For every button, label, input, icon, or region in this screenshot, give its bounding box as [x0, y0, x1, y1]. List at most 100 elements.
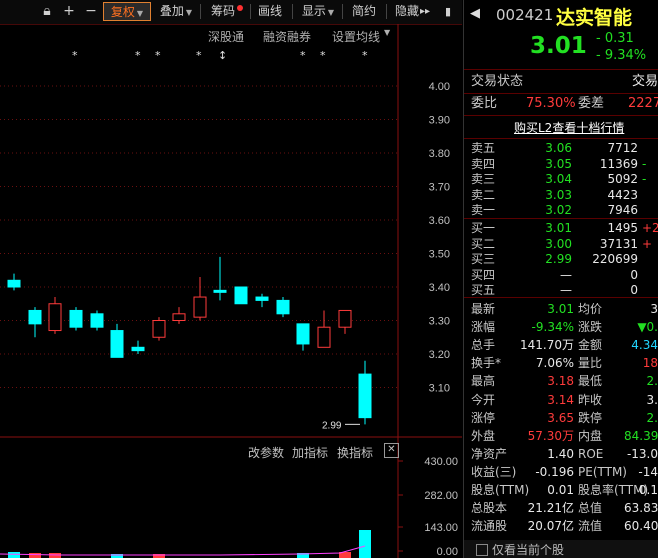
- stats-row: 涨停 3.65 跌停 2.: [464, 409, 658, 427]
- candle-body: [152, 320, 166, 338]
- divider: [250, 4, 251, 19]
- stats-row: 股息(TTM) 0.01 股息率(TTM) 0.1: [464, 481, 658, 499]
- arrow-marker-icon[interactable]: ↕: [218, 49, 227, 62]
- level-label: 买五: [471, 283, 496, 298]
- divider: [200, 4, 201, 19]
- close-icon[interactable]: ✕: [384, 443, 399, 458]
- stat-value: 4.34: [631, 338, 658, 353]
- level-volume: 37131: [599, 236, 638, 251]
- level-volume: 0: [630, 267, 638, 282]
- divider: [342, 4, 343, 19]
- rongzi-link[interactable]: 融资融券: [263, 28, 311, 45]
- set-ma-link[interactable]: 设置均线: [332, 28, 380, 45]
- level-price: 3.04: [545, 172, 572, 187]
- candle-body: [131, 346, 145, 352]
- divider: [464, 69, 658, 70]
- stats-row: 涨幅 -9.34% 涨跌 ▼0.: [464, 318, 658, 336]
- volume-tick-label: 430.00: [424, 456, 458, 468]
- chevron-down-icon[interactable]: ▼: [384, 28, 390, 37]
- zoom-in-button[interactable]: +: [60, 2, 78, 21]
- low-marker-label: 2.99: [322, 420, 342, 431]
- candle-body: [193, 296, 207, 318]
- level-price: 3.05: [545, 156, 572, 171]
- lock-icon[interactable]: 🔒︎: [38, 2, 56, 21]
- stat-label: 流通股: [471, 519, 508, 534]
- only-current-checkbox[interactable]: [476, 544, 488, 556]
- order-book-row: 买三 2.99 220699: [464, 252, 658, 267]
- event-marker-icon[interactable]: *: [135, 49, 141, 62]
- chevron-down-icon: ▼: [327, 8, 335, 17]
- fast-forward-icon[interactable]: ▸▸: [418, 2, 432, 21]
- stat-value: 3.01: [547, 302, 574, 316]
- stock-name: 达实智能: [556, 7, 633, 29]
- jianyue-button[interactable]: 简约: [350, 2, 378, 21]
- y-tick-label: 3.50: [429, 249, 450, 261]
- zoom-out-button[interactable]: −: [82, 2, 100, 21]
- volume-tick-label: 143.00: [424, 522, 458, 534]
- order-book-row: 卖二 3.03 4423: [464, 188, 658, 203]
- jianyue-label: 简约: [351, 4, 376, 18]
- stat-value: 57.30万: [527, 428, 574, 443]
- stat-value: 18: [642, 356, 658, 371]
- level-volume: 7712: [607, 141, 638, 155]
- event-marker-icon[interactable]: *: [155, 49, 161, 62]
- stat-label: 涨停: [471, 410, 496, 425]
- fuquan-button[interactable]: 复权 ▼: [103, 2, 151, 21]
- stat-value: ▼0.: [637, 320, 658, 335]
- diejia-label: 叠加: [159, 4, 184, 18]
- huaxian-label: 画线: [257, 4, 282, 18]
- level-change: -: [642, 172, 647, 187]
- weibi-label: 委比: [471, 96, 498, 111]
- status-label: 交易状态: [471, 74, 524, 89]
- kline-svg: 4.00 3.90 3.80 3.70 3.60 3.50 3.40 3.30 3.20 3.10…: [0, 24, 462, 558]
- only-current-label: 仅看当前个股: [492, 543, 565, 557]
- candle-body: [338, 309, 352, 328]
- shengutong-link[interactable]: 深股通: [208, 28, 244, 45]
- price-change-pct: - 9.34%: [596, 48, 647, 63]
- level-price: —: [560, 267, 572, 282]
- event-marker-icon[interactable]: *: [320, 49, 326, 62]
- weicha-label: 委差: [578, 96, 605, 111]
- event-marker-icon[interactable]: *: [196, 49, 202, 62]
- stat-value: 3.65: [547, 410, 574, 425]
- level-price: 3.06: [545, 141, 572, 155]
- candle-body: [213, 289, 227, 293]
- order-book-row: 买二 3.00 37131 +: [464, 237, 658, 252]
- candle-body: [28, 309, 42, 325]
- event-marker-icon[interactable]: *: [300, 49, 306, 62]
- stat-value: 2.: [646, 374, 658, 389]
- huaxian-button[interactable]: 画线: [255, 2, 285, 21]
- notification-dot-icon: [237, 5, 243, 11]
- level-volume: 11369: [599, 156, 638, 171]
- stat-label: 净资产: [471, 446, 508, 461]
- chouma-button[interactable]: 筹码: [206, 2, 248, 21]
- candle-body: [90, 313, 104, 328]
- divider: [292, 4, 293, 19]
- diejia-button[interactable]: 叠加 ▼: [156, 2, 196, 21]
- weibi-value: 75.30%: [526, 96, 576, 111]
- candle-body: [358, 373, 372, 419]
- level-volume: 4423: [607, 187, 638, 202]
- level-label: 买三: [471, 252, 496, 267]
- y-tick-label: 4.00: [429, 81, 450, 93]
- stat-label: 均价: [578, 302, 603, 316]
- event-marker-icon[interactable]: *: [362, 49, 368, 62]
- stat-label: ROE: [578, 446, 604, 461]
- chevron-down-icon: ▼: [136, 9, 144, 18]
- expand-panel-icon[interactable]: ▮: [438, 2, 458, 21]
- change-params-link[interactable]: 改参数: [248, 444, 284, 461]
- add-indicator-link[interactable]: 加指标: [292, 444, 328, 461]
- candle-body: [296, 323, 310, 345]
- order-book-row: 买一 3.01 1495 +2: [464, 221, 658, 236]
- event-marker-icon[interactable]: *: [72, 49, 78, 62]
- order-book-row: 卖四 3.05 11369-: [464, 157, 658, 172]
- back-arrow-icon[interactable]: ◀: [470, 6, 480, 21]
- buy-l2-link[interactable]: 购买L2查看十档行情: [514, 119, 624, 136]
- level-volume: 7946: [607, 203, 638, 218]
- stat-value: 3: [650, 302, 658, 316]
- weibi-row: 委比 75.30% 委差 2227: [464, 95, 658, 113]
- switch-indicator-link[interactable]: 换指标: [337, 444, 373, 461]
- stat-label: 跌停: [578, 410, 603, 425]
- level-label: 卖五: [471, 141, 496, 155]
- xianshi-button[interactable]: 显示 ▼: [298, 2, 338, 21]
